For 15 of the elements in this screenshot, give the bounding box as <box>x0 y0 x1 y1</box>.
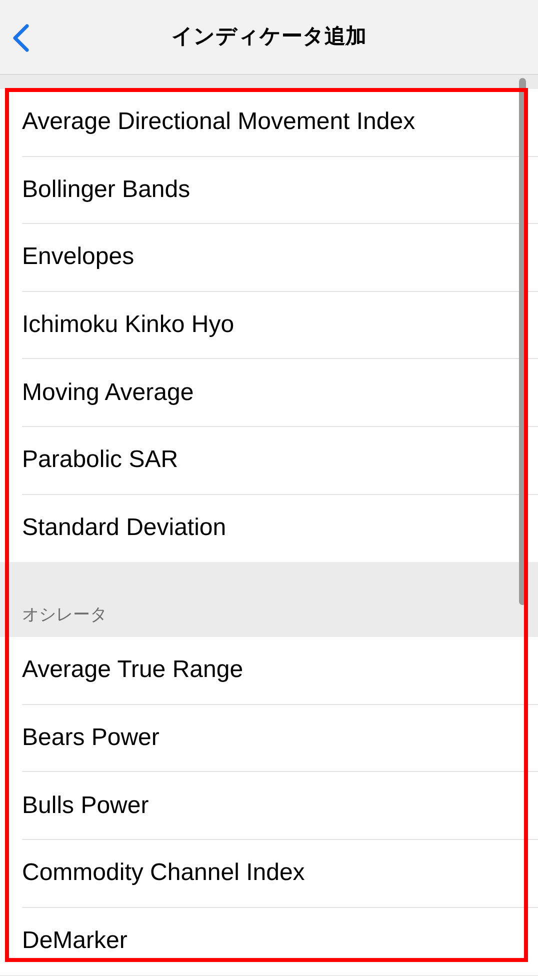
indicator-item[interactable]: Parabolic SAR <box>0 426 538 495</box>
screen-title: インディケータ追加 <box>172 24 366 50</box>
indicator-item[interactable]: Bears Power <box>0 704 538 772</box>
indicator-item[interactable]: DeMarker <box>0 908 538 976</box>
indicator-item[interactable]: Standard Deviation <box>0 494 538 562</box>
indicator-item[interactable]: Ichimoku Kinko Hyo <box>0 292 538 360</box>
back-icon[interactable] <box>12 24 30 52</box>
indicator-item[interactable]: Envelopes <box>0 224 538 292</box>
indicator-item[interactable]: Average Directional Movement Index <box>0 89 538 157</box>
indicator-item[interactable]: Average True Range <box>0 637 538 705</box>
indicator-item[interactable]: Bollinger Bands <box>0 156 538 224</box>
indicator-item[interactable]: Moving Average <box>0 359 538 427</box>
indicator-item[interactable]: Commodity Channel Index <box>0 840 538 908</box>
section-header: オシレータ <box>22 604 107 626</box>
indicator-item[interactable]: Bulls Power <box>0 772 538 840</box>
